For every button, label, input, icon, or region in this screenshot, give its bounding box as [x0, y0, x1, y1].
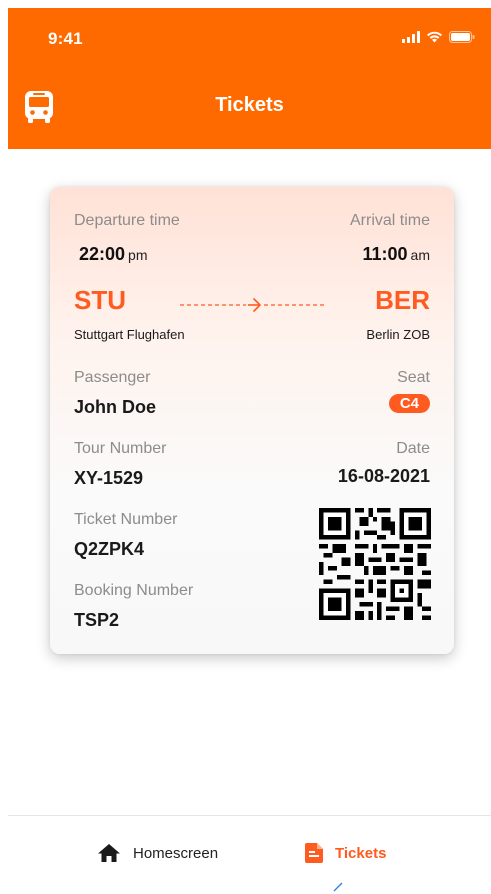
document-icon [305, 843, 323, 863]
tour-number-value: XY-1529 [74, 468, 144, 488]
battery-icon [449, 31, 475, 43]
origin-code: STU [74, 285, 126, 315]
tickets-screen: 9:41 Tickets Departure time Arrival time… [0, 0, 491, 894]
passenger-name: John Doe [74, 397, 157, 417]
ticket-number-label: Ticket Number [74, 511, 178, 528]
tab-bar: Homescreen Tickets [0, 816, 491, 894]
wifi-icon [427, 31, 442, 43]
status-bar: 9:41 [8, 8, 491, 68]
booking-number-value: TSP2 [74, 610, 120, 630]
seat-badge: C4 [388, 394, 430, 413]
nav-bar: Tickets [8, 68, 491, 149]
app-header: 9:41 Tickets [8, 8, 491, 149]
status-time: 9:41 [48, 29, 83, 48]
ticket-number-value: Q2ZPK4 [74, 539, 145, 559]
arrival-time: 11:00 am [363, 244, 431, 265]
departure-time-period: pm [128, 247, 148, 263]
page-title: Tickets [215, 94, 284, 116]
tab-tickets[interactable]: Tickets [305, 843, 386, 863]
signal-icon [402, 31, 420, 43]
destination-code: BER [375, 285, 430, 315]
arrival-time-label: Arrival time [349, 212, 430, 229]
tour-number-label: Tour Number [74, 440, 167, 457]
date-label: Date [396, 440, 430, 457]
home-indicator-mark [333, 882, 343, 892]
seat-label: Seat [397, 369, 430, 386]
route-arrow-icon [180, 298, 324, 312]
status-icons [402, 31, 475, 43]
passenger-label: Passenger [74, 369, 151, 386]
arrival-time-value: 11:00 [362, 244, 408, 264]
arrival-time-period: am [410, 247, 430, 263]
ticket-card[interactable]: Departure time Arrival time 22:00 pm 11:0… [50, 187, 454, 654]
departure-time-label: Departure time [74, 212, 180, 229]
seat-value-container: C4 [388, 394, 430, 414]
origin-name: Stuttgart Flughafen [74, 327, 185, 342]
home-icon [98, 844, 120, 862]
destination-name: Berlin ZOB [366, 327, 430, 342]
booking-number-label: Booking Number [74, 582, 194, 599]
qr-code-icon[interactable] [318, 508, 432, 620]
tab-homescreen-label: Homescreen [133, 844, 219, 862]
departure-time: 22:00 pm [79, 244, 148, 265]
tab-tickets-label: Tickets [335, 844, 387, 862]
date-value: 16-08-2021 [337, 466, 430, 486]
departure-time-value: 22:00 [79, 244, 126, 264]
tab-homescreen[interactable]: Homescreen [97, 843, 218, 863]
